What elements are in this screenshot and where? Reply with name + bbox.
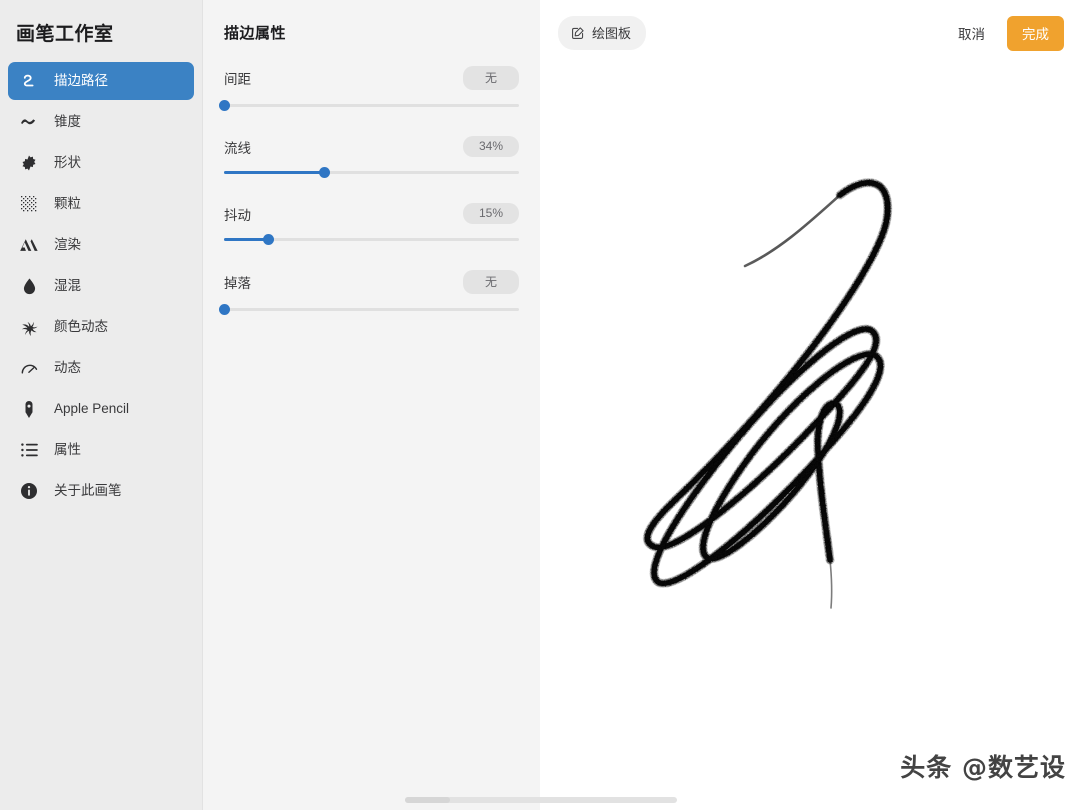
sidebar-item-label: 颗粒 xyxy=(54,196,81,212)
watermark: 头条 @数艺设 xyxy=(900,753,1066,782)
sidebar-item-2[interactable]: 锥度 xyxy=(8,103,194,141)
slider-track[interactable] xyxy=(218,304,519,315)
sidebar-nav: 描边路径锥度形状颗粒渲染湿混颜色动态动态 Apple Pencil 属性关于此画笔 xyxy=(0,62,202,510)
sidebar-item-11[interactable]: 关于此画笔 xyxy=(8,472,194,510)
slider-thumb[interactable] xyxy=(218,100,230,111)
slider-header: 间距 无 xyxy=(224,66,519,90)
slider-track[interactable] xyxy=(224,167,519,178)
sidebar-item-9[interactable]: Apple Pencil xyxy=(8,390,194,428)
slider-header: 抖动 15% xyxy=(224,203,519,224)
sidebar-item-8[interactable]: 动态 xyxy=(8,349,194,387)
sidebar-item-label: 渲染 xyxy=(54,237,81,253)
slider-thumb[interactable] xyxy=(218,304,230,315)
slider-value-badge: 无 xyxy=(463,270,519,294)
panel-title: 描边属性 xyxy=(224,25,287,42)
sidebar-item-label: 形状 xyxy=(54,155,81,171)
slider-thumb[interactable] xyxy=(262,234,274,245)
cancel-button[interactable]: 取消 xyxy=(946,17,997,49)
slider-header: 流线 34% xyxy=(224,136,519,157)
slider-list: 间距无流线 34% 抖动 15% 掉落无 xyxy=(218,66,519,315)
sidebar-item-10[interactable]: 属性 xyxy=(8,431,194,469)
sidebar-item-label: 颜色动态 xyxy=(54,319,108,335)
sidebar-item-1[interactable]: 描边路径 xyxy=(8,62,194,100)
slider-value-badge: 15% xyxy=(463,203,519,224)
stroke-path-icon xyxy=(18,70,40,92)
dynamics-gauge-icon xyxy=(18,357,40,379)
sidebar-item-label: 属性 xyxy=(54,442,81,458)
brush-preview-canvas[interactable]: 绘图板 取消 完成 头条 @数艺设 xyxy=(540,0,1080,810)
slider-row-4: 掉落 无 xyxy=(218,270,519,315)
done-button[interactable]: 完成 xyxy=(1007,15,1064,51)
sidebar-item-6[interactable]: 湿混 xyxy=(8,267,194,305)
info-circle-icon xyxy=(18,480,40,502)
apple-pencil-icon xyxy=(18,398,40,420)
stroke-preview-graphic xyxy=(540,60,1080,740)
color-dynamics-icon xyxy=(18,316,40,338)
sidebar-item-label: 湿混 xyxy=(54,278,81,294)
slider-label: 间距 xyxy=(224,72,251,87)
slider-value-badge: 无 xyxy=(463,66,519,90)
canvas-toolbar: 绘图板 取消 完成 xyxy=(540,0,1080,66)
slider-row-1: 间距 无 xyxy=(218,66,519,111)
slider-thumb[interactable] xyxy=(318,167,330,178)
shape-burst-icon xyxy=(18,152,40,174)
properties-list-icon xyxy=(18,439,40,461)
slider-track[interactable] xyxy=(224,234,519,245)
horizontal-scrollbar-thumb[interactable] xyxy=(405,797,450,803)
stroke-properties-panel: 描边属性 间距无流线 34% 抖动 15% 掉落无 xyxy=(203,0,540,810)
compose-square-pencil-icon xyxy=(571,26,585,40)
sidebar-item-3[interactable]: 形状 xyxy=(8,144,194,182)
slider-label: 抖动 xyxy=(224,207,251,223)
drawpad-button[interactable]: 绘图板 xyxy=(558,16,647,50)
sidebar: 画笔工作室 描边路径锥度形状颗粒渲染湿混颜色动态动态 Apple Pencil 属性… xyxy=(0,0,203,810)
slider-fill xyxy=(224,171,325,174)
sidebar-item-label: 描边路径 xyxy=(54,73,108,89)
slider-row-2: 流线 34% xyxy=(224,136,519,178)
brush-studio-window: 画笔工作室 描边路径锥度形状颗粒渲染湿混颜色动态动态 Apple Pencil 属性… xyxy=(0,0,1080,810)
slider-header: 掉落 无 xyxy=(224,270,519,294)
sidebar-item-label: Apple Pencil xyxy=(54,401,130,417)
sidebar-item-label: 动态 xyxy=(54,360,81,376)
slider-fill xyxy=(224,238,269,241)
horizontal-scrollbar[interactable] xyxy=(405,797,677,803)
sidebar-item-label: 锥度 xyxy=(54,114,81,130)
slider-track[interactable] xyxy=(218,100,519,111)
sidebar-item-4[interactable]: 颗粒 xyxy=(8,185,194,223)
sidebar-item-7[interactable]: 颜色动态 xyxy=(8,308,194,346)
slider-value-badge: 34% xyxy=(463,136,519,157)
slider-label: 流线 xyxy=(224,140,251,156)
taper-wave-icon xyxy=(18,111,40,133)
sidebar-item-label: 关于此画笔 xyxy=(54,483,122,499)
render-icon xyxy=(18,234,40,256)
drawpad-label: 绘图板 xyxy=(592,26,632,41)
grain-icon xyxy=(18,193,40,215)
slider-label: 掉落 xyxy=(224,276,251,291)
sidebar-item-5[interactable]: 渲染 xyxy=(8,226,194,264)
wet-mix-drop-icon xyxy=(18,275,40,297)
page-title: 画笔工作室 xyxy=(16,24,114,45)
slider-row-3: 抖动 15% xyxy=(224,203,519,245)
